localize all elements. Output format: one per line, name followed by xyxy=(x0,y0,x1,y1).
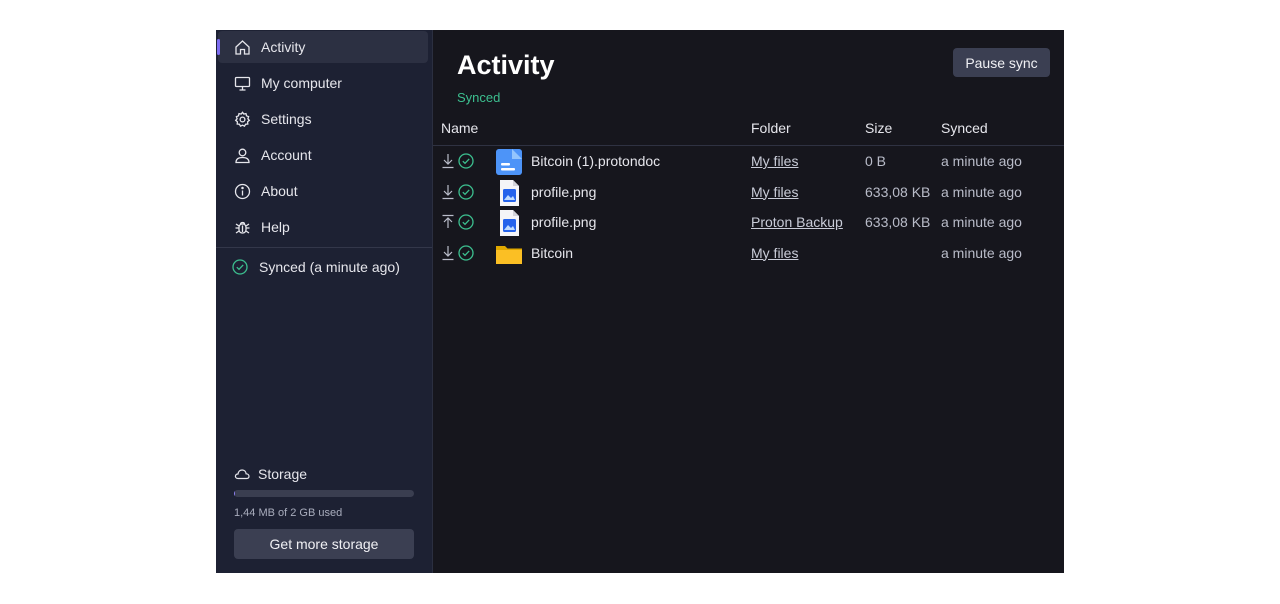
sidebar-item-about[interactable]: About xyxy=(218,175,428,207)
storage-label: Storage xyxy=(258,466,308,482)
storage-title: Storage xyxy=(234,466,414,482)
proton-drive-window: Activity My computer Settings Account Ab… xyxy=(216,30,1064,573)
file-name: Bitcoin xyxy=(531,244,574,261)
storage-bar xyxy=(234,490,414,497)
storage-panel: Storage 1,44 MB of 2 GB used Get more st… xyxy=(216,466,432,573)
main-panel: Activity Synced Pause sync Name Folder S… xyxy=(433,30,1064,573)
activity-list: Bitcoin (1).protondoc My files 0 B a min… xyxy=(433,146,1064,268)
file-size: 633,08 KB xyxy=(865,214,931,230)
sidebar-divider xyxy=(216,247,432,248)
protondoc-file-icon xyxy=(495,148,523,176)
storage-used-text: 1,44 MB of 2 GB used xyxy=(234,507,343,519)
download-arrow-icon xyxy=(441,153,455,169)
folder-link[interactable]: My files xyxy=(751,245,798,261)
check-circle-icon xyxy=(458,183,474,200)
sidebar-item-settings[interactable]: Settings xyxy=(218,103,428,135)
sync-status: Synced (a minute ago) xyxy=(216,254,432,280)
upload-arrow-icon xyxy=(441,214,455,230)
sidebar-item-label: Settings xyxy=(261,111,312,127)
get-more-storage-button[interactable]: Get more storage xyxy=(234,529,414,559)
gear-icon xyxy=(233,110,251,128)
user-icon xyxy=(233,146,251,164)
sync-status-text: Synced (a minute ago) xyxy=(259,259,400,275)
folder-link[interactable]: My files xyxy=(751,184,798,200)
sidebar-item-help[interactable]: Help xyxy=(218,211,428,243)
file-name: profile.png xyxy=(531,214,597,230)
sidebar-nav: Activity My computer Settings Account Ab… xyxy=(216,31,432,243)
status-label: Synced xyxy=(457,90,501,105)
synced-time: a minute ago xyxy=(941,214,1022,230)
table-row[interactable]: profile.png Proton Backup 633,08 KB a mi… xyxy=(433,207,1064,238)
bug-icon xyxy=(233,218,251,236)
synced-time: a minute ago xyxy=(941,244,1022,261)
sidebar-item-label: My computer xyxy=(261,75,342,91)
download-arrow-icon xyxy=(441,245,455,261)
sidebar: Activity My computer Settings Account Ab… xyxy=(216,30,433,573)
cloud-icon xyxy=(234,467,250,481)
folder-icon xyxy=(495,240,523,268)
column-header-name[interactable]: Name xyxy=(441,120,478,136)
page-title: Activity xyxy=(457,50,555,80)
sidebar-item-my-computer[interactable]: My computer xyxy=(218,67,428,99)
column-header-folder[interactable]: Folder xyxy=(751,120,791,136)
synced-time: a minute ago xyxy=(941,183,1022,200)
file-name: Bitcoin (1).protondoc xyxy=(531,153,661,169)
check-circle-icon xyxy=(458,214,474,230)
column-header-size[interactable]: Size xyxy=(865,120,892,136)
sidebar-item-label: Account xyxy=(261,147,312,163)
check-circle-icon xyxy=(232,258,250,276)
download-arrow-icon xyxy=(441,184,455,200)
table-header: Name Folder Size Synced xyxy=(433,116,1064,146)
image-file-icon xyxy=(495,209,523,237)
table-row[interactable]: profile.png My files 633,08 KB a minute … xyxy=(433,177,1064,208)
info-icon xyxy=(233,182,251,200)
file-size: 0 B xyxy=(865,153,887,169)
home-icon xyxy=(233,38,251,56)
column-header-synced[interactable]: Synced xyxy=(941,120,988,136)
monitor-icon xyxy=(233,74,251,92)
table-row[interactable]: Bitcoin My files a minute ago xyxy=(433,238,1064,269)
sidebar-item-activity[interactable]: Activity xyxy=(217,31,428,63)
sidebar-item-label: Activity xyxy=(261,39,306,55)
sidebar-item-label: Help xyxy=(261,219,290,235)
folder-link[interactable]: My files xyxy=(751,153,798,169)
check-circle-icon xyxy=(458,244,474,261)
check-circle-icon xyxy=(458,153,474,169)
image-file-icon xyxy=(495,179,523,207)
file-name: profile.png xyxy=(531,183,597,200)
table-row[interactable]: Bitcoin (1).protondoc My files 0 B a min… xyxy=(433,146,1064,177)
folder-link[interactable]: Proton Backup xyxy=(751,214,843,230)
synced-time: a minute ago xyxy=(941,153,1022,169)
file-size: 633,08 KB xyxy=(865,183,931,200)
sidebar-item-account[interactable]: Account xyxy=(218,139,428,171)
pause-sync-button[interactable]: Pause sync xyxy=(953,48,1050,77)
sidebar-item-label: About xyxy=(261,183,298,199)
